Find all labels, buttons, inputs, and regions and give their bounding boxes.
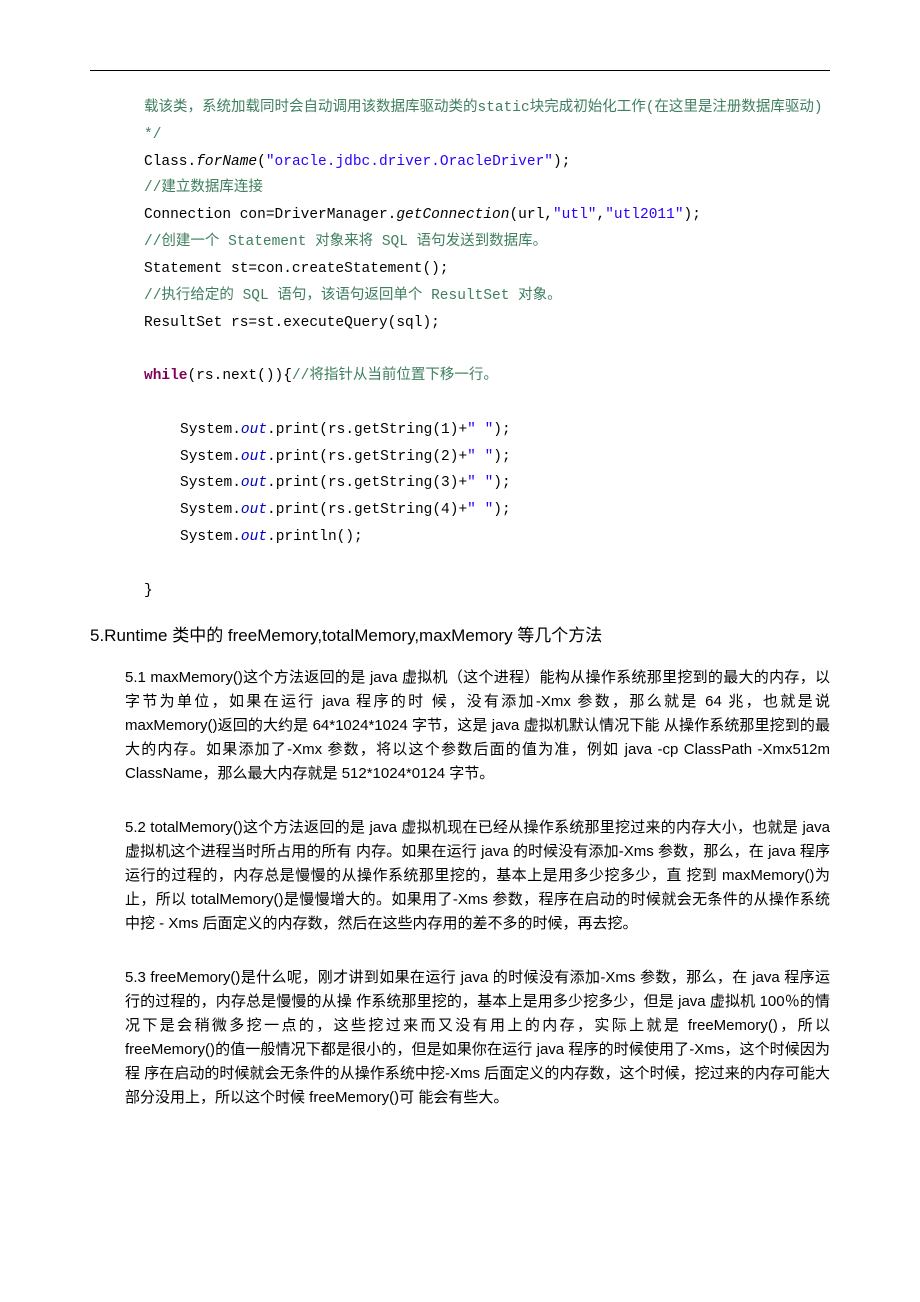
code-line: //建立数据库连接 [144,175,830,202]
code-line: 载该类，系统加载同时会自动调用该数据库驱动类的static块完成初始化工作(在这… [144,95,830,149]
code-line: ResultSet rs=st.executeQuery(sql); [144,310,830,337]
code-line: System.out.print(rs.getString(2)+" "); [144,444,830,471]
paragraph-5-1: 5.1 maxMemory()这个方法返回的是 java 虚拟机（这个进程）能构… [125,666,830,786]
top-rule [90,70,830,71]
code-line: Class.forName("oracle.jdbc.driver.Oracle… [144,149,830,176]
code-line: while(rs.next()){//将指针从当前位置下移一行。 [144,363,830,390]
code-line: System.out.print(rs.getString(4)+" "); [144,497,830,524]
paragraph-5-3: 5.3 freeMemory()是什么呢，刚才讲到如果在运行 java 的时候没… [125,966,830,1110]
code-block: 载该类，系统加载同时会自动调用该数据库驱动类的static块完成初始化工作(在这… [144,95,830,604]
paragraph-5-2: 5.2 totalMemory()这个方法返回的是 java 虚拟机现在已经从操… [125,816,830,936]
code-line [144,551,830,578]
code-comment: 载该类，系统加载同时会自动调用该数据库驱动类的static块完成初始化工作(在这… [144,100,823,143]
code-line: Statement st=con.createStatement(); [144,256,830,283]
code-line [144,336,830,363]
code-line: System.out.print(rs.getString(1)+" "); [144,417,830,444]
code-line: //执行给定的 SQL 语句，该语句返回单个 ResultSet 对象。 [144,283,830,310]
code-line: } [144,578,830,605]
section-heading: 5.Runtime 类中的 freeMemory,totalMemory,max… [90,622,830,649]
code-line: System.out.print(rs.getString(3)+" "); [144,470,830,497]
code-line: System.out.println(); [144,524,830,551]
code-line: Connection con=DriverManager.getConnecti… [144,202,830,229]
code-line: //创建一个 Statement 对象来将 SQL 语句发送到数据库。 [144,229,830,256]
code-line [144,390,830,417]
